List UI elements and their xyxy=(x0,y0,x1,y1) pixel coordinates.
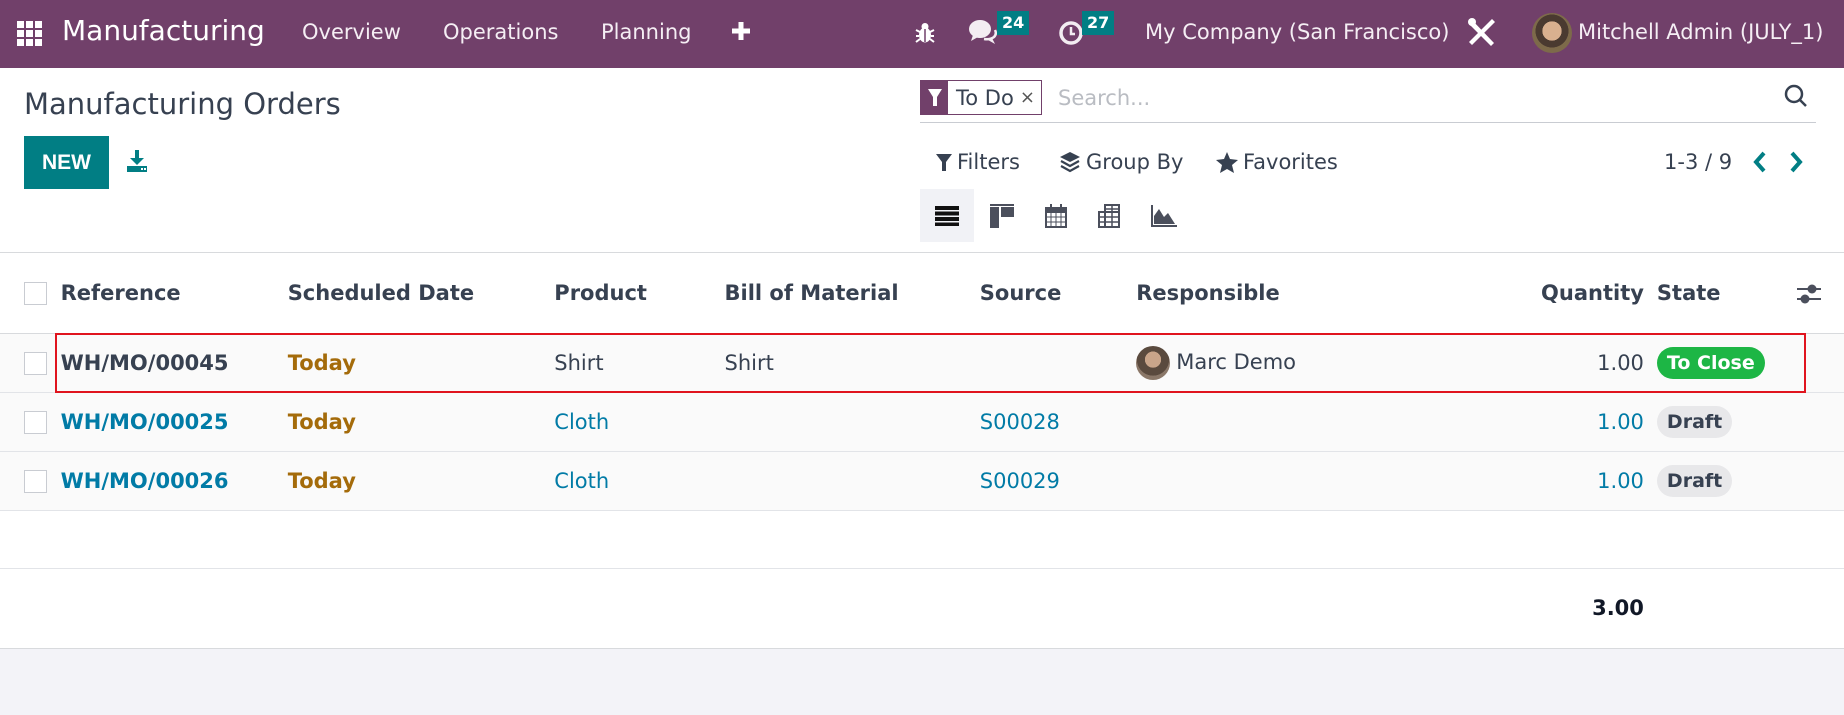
view-calendar-button[interactable] xyxy=(1029,189,1083,242)
search-input[interactable] xyxy=(1058,82,1658,114)
search-facet-todo[interactable]: To Do × xyxy=(920,80,1042,115)
row-checkbox[interactable] xyxy=(24,469,47,493)
view-list-button[interactable] xyxy=(920,189,974,242)
favorites-dropdown[interactable]: Favorites xyxy=(1216,150,1338,174)
menu-overview[interactable]: Overview xyxy=(302,22,401,43)
total-quantity: 3.00 xyxy=(1541,568,1644,649)
column-product[interactable]: Product xyxy=(554,253,725,334)
view-pivot-button[interactable] xyxy=(1082,189,1136,242)
cell-bill-of-material xyxy=(724,451,980,511)
cell-scheduled-date: Today xyxy=(287,392,555,452)
search-icon[interactable] xyxy=(1784,84,1808,112)
table-header-row: Reference Scheduled Date Product Bill of… xyxy=(0,253,1844,334)
company-switcher[interactable]: My Company (San Francisco) xyxy=(1145,22,1449,43)
download-icon[interactable] xyxy=(126,150,148,172)
cell-reference[interactable]: WH/MO/00026 xyxy=(60,451,288,511)
optional-columns-icon[interactable] xyxy=(1797,283,1821,309)
cell-responsible xyxy=(1136,451,1542,511)
cell-reference[interactable]: WH/MO/00045 xyxy=(60,333,288,393)
calendar-view-icon xyxy=(1045,203,1067,228)
cell-bill-of-material xyxy=(724,392,980,452)
user-avatar[interactable] xyxy=(1532,13,1572,53)
cell-product: Cloth xyxy=(554,392,725,452)
chat-icon[interactable] xyxy=(968,18,998,50)
kanban-view-icon xyxy=(990,203,1014,228)
top-navbar: Manufacturing Overview Operations Planni… xyxy=(0,0,1844,68)
filters-dropdown[interactable]: Filters xyxy=(936,150,1020,174)
main-content: Manufacturing Orders NEW To Do × Filters… xyxy=(0,68,1844,649)
column-responsible[interactable]: Responsible xyxy=(1136,253,1542,334)
manufacturing-orders-table: Reference Scheduled Date Product Bill of… xyxy=(0,253,1844,649)
cell-quantity: 1.00 xyxy=(1541,392,1644,452)
state-badge: Draft xyxy=(1656,405,1733,438)
row-checkbox[interactable] xyxy=(24,351,47,375)
user-menu[interactable]: Mitchell Admin (JULY_1) xyxy=(1578,22,1823,43)
responsible-avatar xyxy=(1136,345,1171,380)
menu-operations[interactable]: Operations xyxy=(443,22,558,43)
messages-count-badge: 24 xyxy=(997,11,1030,35)
facet-label: To Do xyxy=(956,85,1014,110)
search-bar: To Do × xyxy=(920,80,1816,123)
group-by-dropdown[interactable]: Group By xyxy=(1059,150,1183,174)
plus-icon[interactable] xyxy=(731,21,751,45)
view-kanban-button[interactable] xyxy=(975,189,1029,242)
cell-product: Shirt xyxy=(554,333,725,393)
tools-icon[interactable] xyxy=(1466,16,1498,52)
table-footer-row: 3.00 xyxy=(0,568,1844,649)
column-quantity[interactable]: Quantity xyxy=(1541,253,1644,334)
cell-source: S00028 xyxy=(979,392,1137,452)
bug-icon[interactable] xyxy=(914,21,936,49)
column-reference[interactable]: Reference xyxy=(60,253,288,334)
column-bill-of-material[interactable]: Bill of Material xyxy=(724,253,980,334)
cell-source: S00029 xyxy=(979,451,1137,511)
facet-remove-icon[interactable]: × xyxy=(1020,87,1041,108)
table-row[interactable]: WH/MO/00026 Today Cloth S00029 1.00 Draf… xyxy=(0,451,1844,511)
empty-row xyxy=(0,510,1844,569)
clock-icon[interactable] xyxy=(1058,20,1084,50)
layers-icon xyxy=(1060,152,1080,173)
table-row[interactable]: WH/MO/00045 Today Shirt Shirt Marc Demo … xyxy=(0,333,1844,393)
cell-reference[interactable]: WH/MO/00025 xyxy=(60,392,288,452)
state-badge: To Close xyxy=(1656,346,1765,379)
group-by-label: Group By xyxy=(1086,150,1184,174)
select-all-checkbox[interactable] xyxy=(24,282,47,305)
responsible-name: Marc Demo xyxy=(1176,349,1297,374)
cell-responsible xyxy=(1136,392,1542,452)
pager-next-icon[interactable] xyxy=(1788,151,1804,177)
row-checkbox[interactable] xyxy=(24,410,47,434)
cell-product: Cloth xyxy=(554,451,725,511)
column-scheduled-date[interactable]: Scheduled Date xyxy=(287,253,555,334)
cell-bill-of-material: Shirt xyxy=(724,333,980,393)
cell-quantity: 1.00 xyxy=(1541,451,1644,511)
cell-quantity: 1.00 xyxy=(1541,333,1644,393)
column-source[interactable]: Source xyxy=(979,253,1137,334)
filters-label: Filters xyxy=(957,150,1020,174)
pager-previous-icon[interactable] xyxy=(1752,151,1768,177)
filter-icon xyxy=(936,154,952,171)
graph-view-icon xyxy=(1151,204,1177,227)
cell-scheduled-date: Today xyxy=(287,333,555,393)
state-badge: Draft xyxy=(1656,464,1733,497)
menu-planning[interactable]: Planning xyxy=(601,22,691,43)
star-icon xyxy=(1216,151,1238,173)
cell-scheduled-date: Today xyxy=(287,451,555,511)
filter-facet-icon xyxy=(921,81,948,114)
cell-responsible: Marc Demo xyxy=(1136,333,1542,393)
activities-count-badge: 27 xyxy=(1082,11,1115,35)
pivot-view-icon xyxy=(1098,203,1120,228)
page-title: Manufacturing Orders xyxy=(24,87,341,121)
new-button[interactable]: NEW xyxy=(24,136,109,189)
list-view-icon xyxy=(935,205,959,226)
table-row[interactable]: WH/MO/00025 Today Cloth S00028 1.00 Draf… xyxy=(0,392,1844,452)
favorites-label: Favorites xyxy=(1243,150,1338,174)
apps-grid-icon[interactable] xyxy=(17,21,42,46)
cell-source xyxy=(979,333,1137,393)
app-name[interactable]: Manufacturing xyxy=(62,17,265,45)
view-graph-button[interactable] xyxy=(1137,189,1191,242)
pager-value[interactable]: 1-3 / 9 xyxy=(1664,150,1732,174)
